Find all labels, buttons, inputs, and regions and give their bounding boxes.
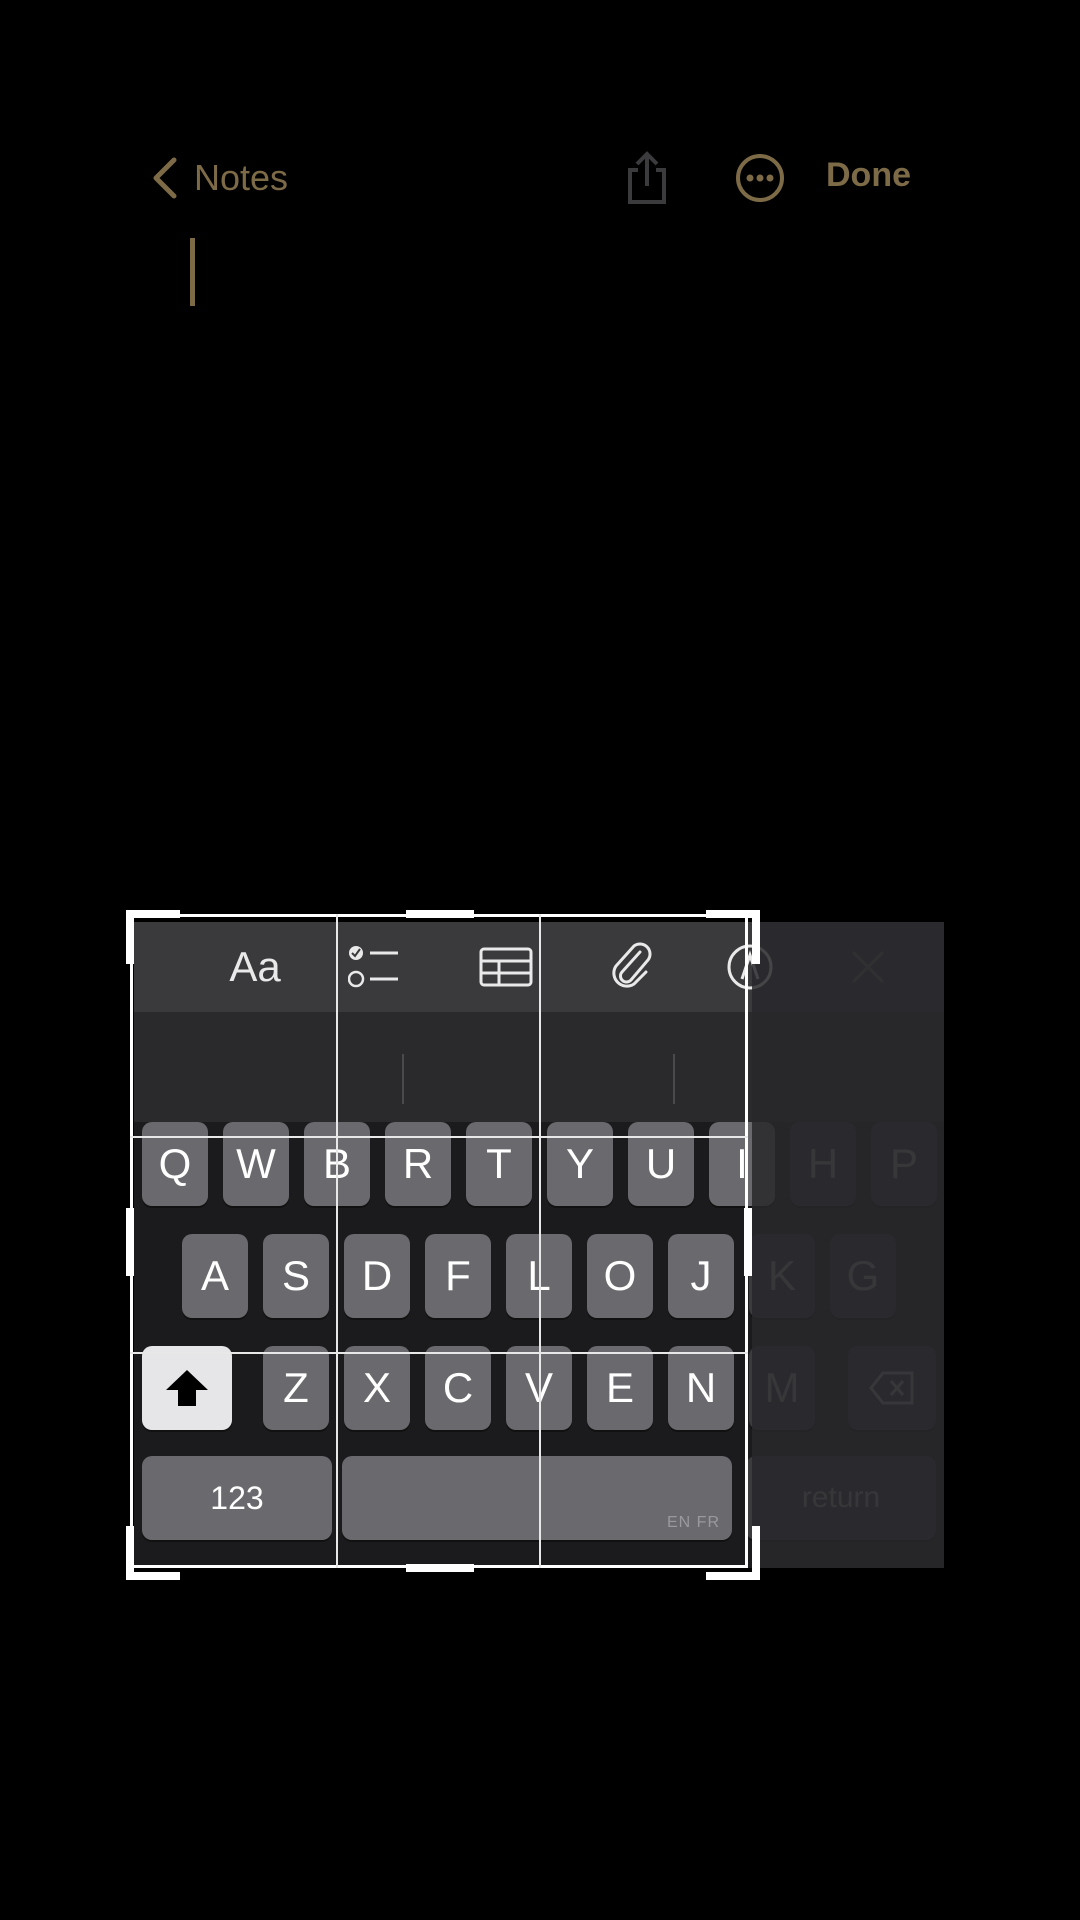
- key-z[interactable]: Z: [263, 1346, 329, 1430]
- key-r[interactable]: R: [385, 1122, 451, 1206]
- crop-handle-bottom-right[interactable]: [706, 1526, 760, 1580]
- more-icon[interactable]: [734, 152, 786, 204]
- key-d[interactable]: D: [344, 1234, 410, 1318]
- table-icon: [479, 947, 533, 987]
- key-x[interactable]: X: [344, 1346, 410, 1430]
- key-e[interactable]: E: [587, 1346, 653, 1430]
- key-o[interactable]: O: [587, 1234, 653, 1318]
- key-w[interactable]: W: [223, 1122, 289, 1206]
- crop-handle-right[interactable]: [744, 1208, 752, 1276]
- chevron-left-icon: [153, 157, 177, 199]
- space-key[interactable]: EN FR: [342, 1456, 732, 1540]
- back-label: Notes: [194, 157, 289, 198]
- crop-handle-top-right[interactable]: [706, 910, 760, 964]
- crop-handle-left[interactable]: [126, 1208, 134, 1276]
- key-u[interactable]: U: [628, 1122, 694, 1206]
- crop-handle-top[interactable]: [406, 910, 474, 918]
- done-button[interactable]: Done: [826, 156, 911, 195]
- crop-handle-bottom[interactable]: [406, 1564, 474, 1572]
- format-button[interactable]: Aa: [216, 942, 294, 992]
- key-j[interactable]: J: [668, 1234, 734, 1318]
- text-cursor: [190, 238, 195, 306]
- key-f[interactable]: F: [425, 1234, 491, 1318]
- crop-handle-top-left[interactable]: [126, 910, 180, 964]
- checklist-icon: [348, 946, 398, 988]
- key-s[interactable]: S: [263, 1234, 329, 1318]
- back-button[interactable]: Notes: [150, 150, 288, 206]
- key-a[interactable]: A: [182, 1234, 248, 1318]
- paperclip-icon: [612, 942, 652, 988]
- key-y[interactable]: Y: [547, 1122, 613, 1206]
- crop-handle-bottom-left[interactable]: [126, 1526, 180, 1580]
- crop-grid-line: [336, 914, 338, 1568]
- key-t[interactable]: T: [466, 1122, 532, 1206]
- checklist-button[interactable]: [346, 942, 402, 992]
- key-n[interactable]: N: [668, 1346, 734, 1430]
- shift-icon: [166, 1370, 208, 1406]
- attach-button[interactable]: [604, 942, 660, 992]
- crop-grid-line: [539, 914, 541, 1568]
- shift-key[interactable]: [142, 1346, 232, 1430]
- crop-grid-line: [130, 1136, 748, 1138]
- key-c[interactable]: C: [425, 1346, 491, 1430]
- key-q[interactable]: Q: [142, 1122, 208, 1206]
- crop-grid-line: [130, 1352, 748, 1354]
- table-button[interactable]: [478, 942, 534, 992]
- notes-nav-bar: Notes Done: [0, 0, 1080, 260]
- share-icon[interactable]: [622, 150, 672, 206]
- overflow-dim: [752, 922, 944, 1568]
